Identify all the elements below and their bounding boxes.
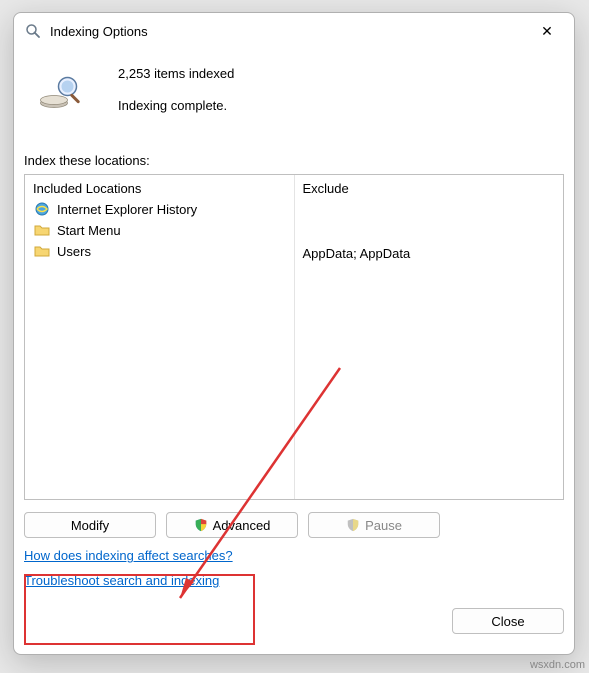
list-item[interactable]: Users <box>33 242 286 260</box>
watermark: wsxdn.com <box>530 659 585 671</box>
items-indexed-count: 2,253 items indexed <box>118 65 234 83</box>
advanced-label: Advanced <box>213 518 271 533</box>
indexing-status: Indexing complete. <box>118 97 234 115</box>
list-item[interactable]: Start Menu <box>33 221 286 239</box>
exclude-column: Exclude AppData; AppData <box>295 175 564 499</box>
troubleshoot-link[interactable]: Troubleshoot search and indexing <box>24 573 219 588</box>
shield-icon <box>346 518 360 532</box>
status-row: 2,253 items indexed Indexing complete. <box>24 61 564 129</box>
included-column: Included Locations Internet Explorer His… <box>25 175 295 499</box>
magnifier-icon <box>36 73 90 121</box>
list-item[interactable]: Internet Explorer History <box>33 200 286 218</box>
locations-label: Index these locations: <box>24 153 564 168</box>
exclude-value: AppData; AppData <box>303 246 556 266</box>
location-label: Internet Explorer History <box>57 202 197 217</box>
shield-icon <box>194 518 208 532</box>
status-text: 2,253 items indexed Indexing complete. <box>118 61 234 129</box>
pause-button: Pause <box>308 512 440 538</box>
dialog-title: Indexing Options <box>50 24 526 39</box>
bottom-row: Close <box>24 608 564 634</box>
location-label: Users <box>57 244 91 259</box>
location-label: Start Menu <box>57 223 121 238</box>
pause-label: Pause <box>365 518 402 533</box>
how-link[interactable]: How does indexing affect searches? <box>24 548 233 563</box>
dialog-content: 2,253 items indexed Indexing complete. I… <box>14 49 574 654</box>
advanced-button[interactable]: Advanced <box>166 512 298 538</box>
indexing-options-dialog: Indexing Options ✕ 2,253 items indexed I… <box>13 12 575 655</box>
included-header: Included Locations <box>33 181 286 196</box>
titlebar: Indexing Options ✕ <box>14 13 574 49</box>
locations-listbox[interactable]: Included Locations Internet Explorer His… <box>24 174 564 500</box>
folder-icon <box>33 242 51 260</box>
ie-history-icon <box>33 200 51 218</box>
exclude-value <box>303 223 556 243</box>
exclude-value <box>303 200 556 220</box>
close-button[interactable]: Close <box>452 608 564 634</box>
modify-button[interactable]: Modify <box>24 512 156 538</box>
action-buttons-row: Modify Advanced Pause <box>24 512 564 538</box>
indexing-icon <box>24 22 42 40</box>
folder-icon <box>33 221 51 239</box>
exclude-header: Exclude <box>303 181 556 196</box>
help-links: How does indexing affect searches? Troub… <box>24 548 564 598</box>
close-icon[interactable]: ✕ <box>526 17 568 45</box>
